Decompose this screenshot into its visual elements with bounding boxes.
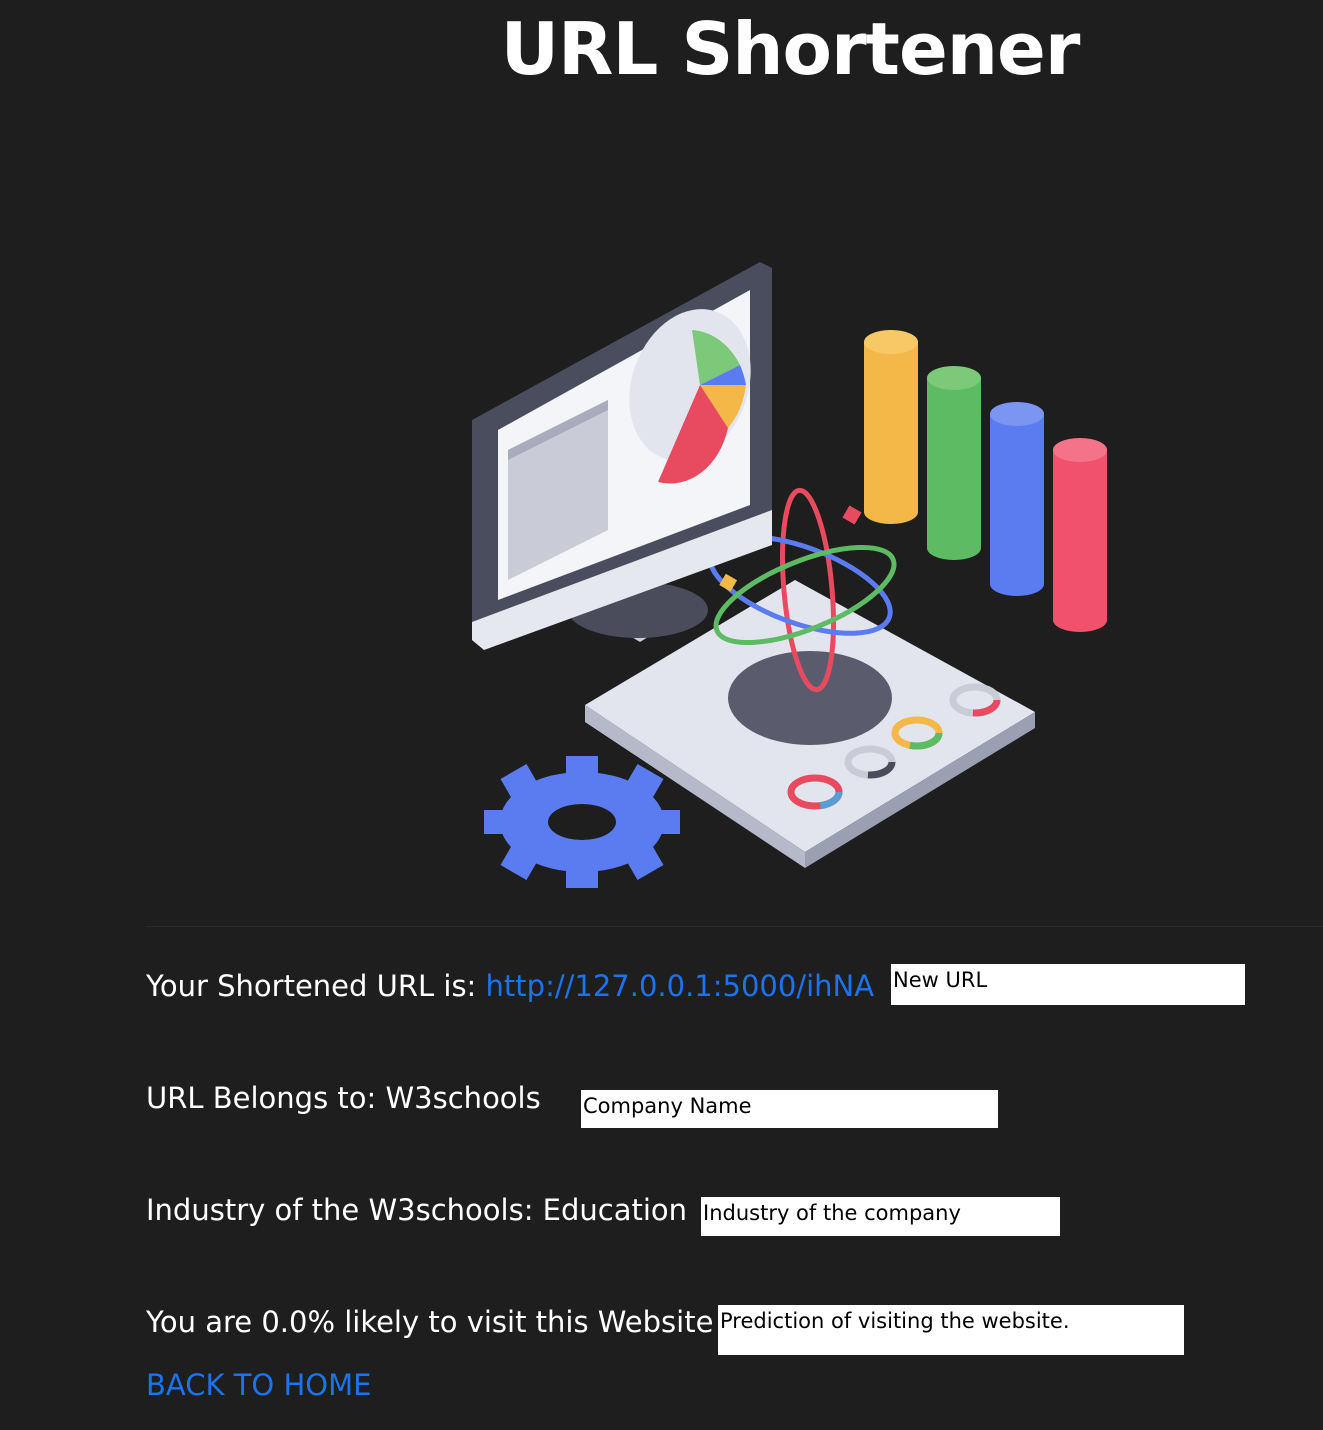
page: URL Shortener Your Shortened URL is: htt…: [0, 0, 1323, 1430]
divider: [146, 926, 1323, 927]
prediction-line: You are 0.0% likely to visit this Websit…: [146, 1305, 714, 1339]
company-name-annotation: Company Name: [581, 1090, 998, 1128]
data-analytics-illustration-icon: [472, 262, 1107, 888]
industry-annotation: Industry of the company: [701, 1197, 1060, 1236]
short-url-row: Your Shortened URL is: http://127.0.0.1:…: [146, 968, 874, 1004]
industry-line: Industry of the W3schools: Education: [146, 1193, 688, 1227]
prediction-annotation: Prediction of visiting the website.: [718, 1305, 1184, 1355]
short-url-label: Your Shortened URL is:: [146, 969, 486, 1003]
back-to-home-link[interactable]: BACK TO HOME: [146, 1367, 371, 1403]
short-url-link[interactable]: http://127.0.0.1:5000/ihNA: [486, 969, 875, 1003]
new-url-annotation: New URL: [891, 964, 1245, 1005]
page-title: URL Shortener: [500, 7, 1081, 91]
company-line: URL Belongs to: W3schools: [146, 1081, 541, 1115]
